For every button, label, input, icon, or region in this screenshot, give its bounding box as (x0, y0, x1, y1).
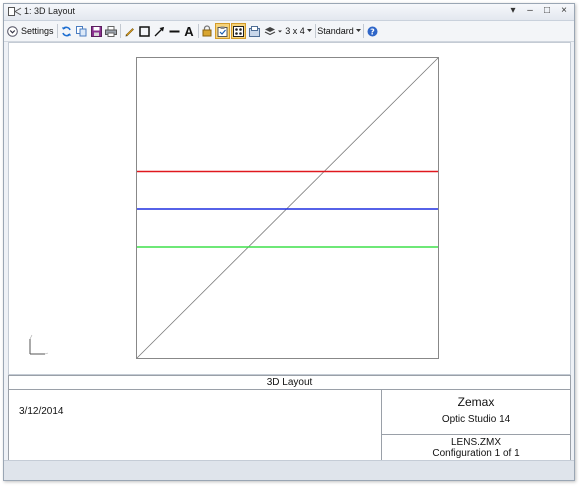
optical-axis-line (136, 57, 439, 359)
product-name: Optic Studio 14 (441, 414, 511, 425)
caret-down-icon (306, 29, 312, 33)
toolbar-separator (198, 24, 199, 38)
file-name: LENS.ZMX (450, 437, 501, 448)
date-cell: 3/12/2014 (9, 390, 382, 461)
print-button[interactable] (104, 23, 118, 39)
style-label: Standard (317, 26, 354, 36)
line-tool-button[interactable] (167, 23, 181, 39)
minimize-button[interactable]: – (526, 5, 534, 16)
company-cell: Zemax Optic Studio 14 (382, 390, 570, 435)
window-menu-button[interactable]: ▾ (509, 5, 517, 16)
save-button[interactable] (89, 23, 103, 39)
text-tool-button[interactable]: A (182, 23, 196, 39)
pencil-tool-button[interactable] (122, 23, 136, 39)
layers-dropdown[interactable] (263, 23, 283, 39)
title-bar[interactable]: 1: 3D Layout ▾ – □ × (4, 4, 574, 21)
layout-dropdown[interactable]: 3 x 4 (285, 23, 312, 39)
help-button[interactable]: ? (365, 23, 379, 39)
refresh-button[interactable] (59, 23, 73, 39)
rectangle-tool-button[interactable] (137, 23, 151, 39)
clipboard-icon (217, 26, 228, 37)
arrow-icon (154, 26, 165, 37)
layers-icon (264, 26, 282, 37)
chevron-down-icon (7, 25, 18, 37)
status-bar (4, 460, 574, 480)
pencil-icon (124, 26, 135, 37)
maximize-button[interactable]: □ (543, 5, 551, 16)
analysis-window: 1: 3D Layout ▾ – □ × Settings A 3 x 4 St… (3, 3, 575, 481)
toolbar-separator (315, 24, 316, 38)
copy-button[interactable] (74, 23, 88, 39)
layout-label: 3 x 4 (285, 26, 305, 36)
grid-button[interactable] (231, 23, 246, 39)
lock-icon (202, 25, 212, 37)
close-button[interactable]: × (560, 5, 568, 16)
window-title: 1: 3D Layout (24, 6, 76, 16)
copy-icon (75, 25, 87, 37)
help-icon: ? (367, 26, 378, 37)
arrow-tool-button[interactable] (152, 23, 166, 39)
company-name: Zemax (457, 395, 495, 409)
plot-info-block: 3D Layout 3/12/2014 Zemax Optic Studio 1… (8, 375, 571, 462)
settings-button[interactable]: Settings (7, 23, 55, 39)
style-dropdown[interactable]: Standard (317, 23, 361, 39)
plot-title-row: 3D Layout (9, 376, 570, 390)
layout-canvas[interactable] (8, 42, 571, 375)
layout-window-icon (8, 6, 22, 17)
toolbar-separator (57, 24, 58, 38)
rectangle-icon (138, 25, 150, 37)
toolbar-separator (120, 24, 121, 38)
refresh-icon (61, 26, 72, 37)
layout-plot (29, 57, 439, 359)
caret-down-icon (355, 29, 361, 33)
clipboard-button[interactable] (215, 23, 230, 39)
toolbar: Settings A 3 x 4 Standard ? (4, 21, 574, 42)
settings-label: Settings (21, 26, 54, 36)
grid-icon (233, 25, 244, 37)
export-button[interactable] (247, 23, 261, 39)
file-cell: LENS.ZMX Configuration 1 of 1 (382, 435, 570, 461)
export-icon (248, 25, 260, 37)
toolbar-separator (363, 24, 364, 38)
plot-title: 3D Layout (266, 377, 313, 388)
coordinate-axes-icon (29, 334, 49, 355)
date-text: 3/12/2014 (19, 406, 64, 417)
save-icon (90, 25, 102, 37)
configuration-text: Configuration 1 of 1 (432, 448, 520, 459)
lock-button[interactable] (200, 23, 214, 39)
line-icon (169, 26, 180, 37)
print-icon (105, 25, 117, 37)
svg-text:?: ? (370, 27, 375, 36)
